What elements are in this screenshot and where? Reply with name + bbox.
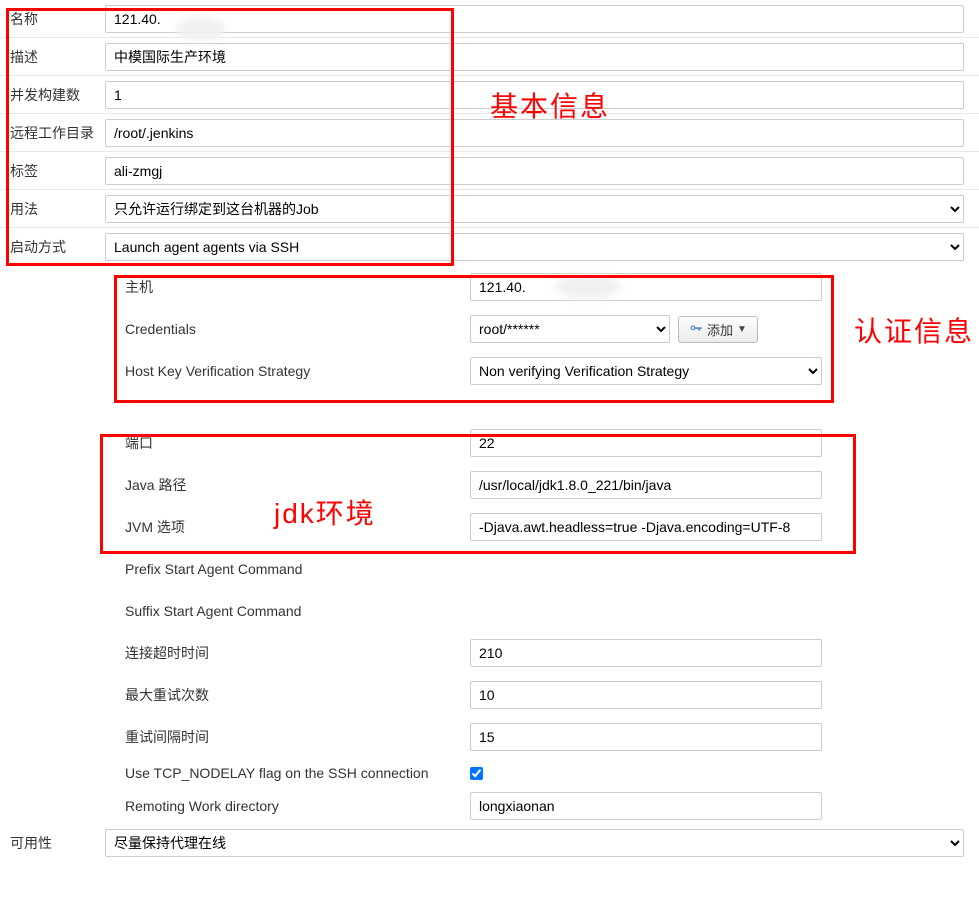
row-retry-wait: 重试间隔时间 — [115, 716, 979, 758]
label-retry-wait: 重试间隔时间 — [115, 727, 470, 747]
label-description: 描述 — [0, 47, 105, 67]
select-credentials[interactable]: root/****** — [470, 315, 670, 343]
row-max-retries: 最大重试次数 — [115, 674, 979, 716]
label-remote-fs: 远程工作目录 — [0, 123, 105, 143]
row-remoting-dir: Remoting Work directory — [115, 788, 979, 824]
row-launch-method: 启动方式 Launch agent agents via SSH — [0, 228, 979, 266]
label-labels: 标签 — [0, 161, 105, 181]
label-remoting-dir: Remoting Work directory — [115, 798, 470, 814]
input-conn-timeout[interactable] — [470, 639, 822, 667]
key-icon — [689, 322, 703, 336]
row-availability: 可用性 尽量保持代理在线 — [0, 824, 979, 862]
select-usage[interactable]: 只允许运行绑定到这台机器的Job — [105, 195, 964, 223]
label-availability: 可用性 — [0, 833, 105, 853]
caret-down-icon: ▼ — [737, 324, 747, 335]
blur-mask — [555, 275, 621, 299]
checkbox-tcp-nodelay[interactable] — [470, 767, 483, 780]
row-jvm-opts: JVM 选项 — [115, 506, 979, 548]
auth-block: 主机 Credentials root/****** 添加 ▼ — [0, 266, 979, 392]
row-hostkey: Host Key Verification Strategy Non verif… — [115, 350, 979, 392]
label-name: 名称 — [0, 9, 105, 29]
select-availability[interactable]: 尽量保持代理在线 — [105, 829, 964, 857]
input-max-retries[interactable] — [470, 681, 822, 709]
label-credentials: Credentials — [115, 321, 470, 337]
label-jvm-opts: JVM 选项 — [115, 517, 470, 537]
row-labels: 标签 — [0, 152, 979, 190]
jdk-block: 端口 Java 路径 JVM 选项 Prefix Start Agent Com… — [0, 422, 979, 824]
label-hostkey: Host Key Verification Strategy — [115, 363, 470, 379]
row-credentials: Credentials root/****** 添加 ▼ — [115, 308, 979, 350]
row-java-path: Java 路径 — [115, 464, 979, 506]
select-hostkey[interactable]: Non verifying Verification Strategy — [470, 357, 822, 385]
input-name[interactable] — [105, 5, 964, 33]
row-executors: 并发构建数 — [0, 76, 979, 114]
row-description: 描述 — [0, 38, 979, 76]
row-suffix-cmd: Suffix Start Agent Command — [115, 590, 979, 632]
label-usage: 用法 — [0, 199, 105, 219]
input-java-path[interactable] — [470, 471, 822, 499]
select-launch-method[interactable]: Launch agent agents via SSH — [105, 233, 964, 261]
label-port: 端口 — [115, 433, 470, 453]
input-host[interactable] — [470, 273, 822, 301]
add-credentials-button[interactable]: 添加 ▼ — [678, 316, 758, 343]
label-executors: 并发构建数 — [0, 85, 105, 105]
label-suffix-cmd: Suffix Start Agent Command — [115, 603, 470, 619]
row-usage: 用法 只允许运行绑定到这台机器的Job — [0, 190, 979, 228]
input-description[interactable] — [105, 43, 964, 71]
input-jvm-opts[interactable] — [470, 513, 822, 541]
label-prefix-cmd: Prefix Start Agent Command — [115, 561, 470, 577]
row-prefix-cmd: Prefix Start Agent Command — [115, 548, 979, 590]
label-max-retries: 最大重试次数 — [115, 685, 470, 705]
label-java-path: Java 路径 — [115, 475, 470, 495]
label-tcp-nodelay: Use TCP_NODELAY flag on the SSH connecti… — [115, 765, 470, 781]
label-host: 主机 — [115, 277, 470, 297]
input-remote-fs[interactable] — [105, 119, 964, 147]
input-retry-wait[interactable] — [470, 723, 822, 751]
form-container: 名称 描述 并发构建数 远程工作目录 标签 用法 只允许运行绑定到这台机器的Jo — [0, 0, 979, 862]
add-button-label: 添加 — [707, 320, 733, 339]
row-port: 端口 — [115, 422, 979, 464]
row-conn-timeout: 连接超时时间 — [115, 632, 979, 674]
input-port[interactable] — [470, 429, 822, 457]
input-labels[interactable] — [105, 157, 964, 185]
label-launch-method: 启动方式 — [0, 237, 105, 257]
input-remoting-dir[interactable] — [470, 792, 822, 820]
row-name: 名称 — [0, 0, 979, 38]
row-remote-fs: 远程工作目录 — [0, 114, 979, 152]
row-tcp-nodelay: Use TCP_NODELAY flag on the SSH connecti… — [115, 758, 979, 788]
row-host: 主机 — [115, 266, 979, 308]
input-executors[interactable] — [105, 81, 964, 109]
label-conn-timeout: 连接超时时间 — [115, 643, 470, 663]
blur-mask — [176, 18, 226, 40]
